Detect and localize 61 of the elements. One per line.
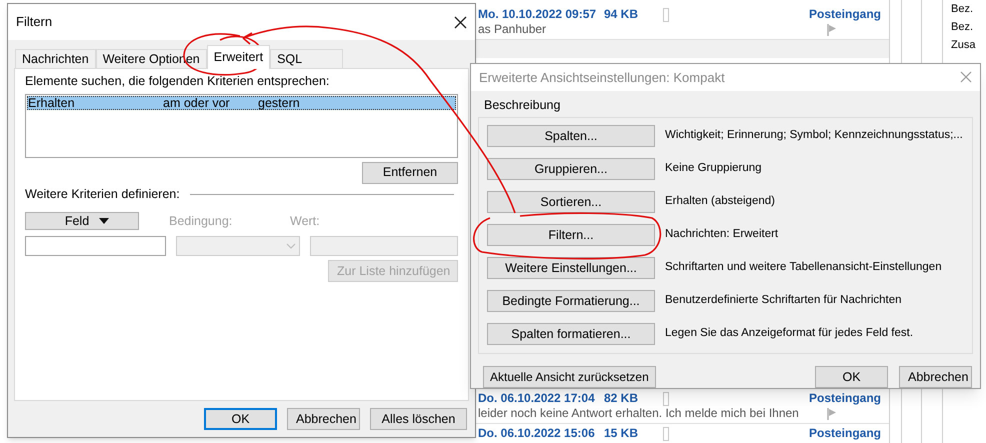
remove-button[interactable]: Entfernen (362, 162, 458, 184)
settings-button[interactable]: Gruppieren... (487, 158, 655, 180)
window-title: Filtern (16, 13, 52, 32)
settings-button[interactable]: Weitere Einstellungen... (487, 257, 655, 279)
attachment-icon (662, 8, 669, 22)
setting-description: Erhalten (absteigend) (665, 194, 775, 210)
dialog-button[interactable]: OK (815, 366, 888, 388)
dialog-button[interactable]: Abbrechen (899, 366, 972, 388)
value-label: Wert: (289, 212, 320, 230)
criteria-field: Erhalten (28, 96, 163, 109)
mail-folder: Posteingang (808, 391, 881, 406)
attachment-icon (662, 392, 669, 406)
mail-preview: leider noch keine Antwort erhalten. Ich melde mich bei Ihnen (478, 406, 799, 421)
section-label: Weitere Kriterien definieren: (25, 186, 180, 203)
mail-size: 15 KB (604, 426, 639, 441)
mail-size: 82 KB (604, 391, 639, 406)
mail-size: 94 KB (604, 7, 639, 22)
criteria-label: Elemente suchen, die folgenden Kriterien entsprechen: (25, 73, 330, 90)
dropdown-caret-icon (99, 218, 110, 224)
field-button[interactable]: Feld (25, 212, 139, 230)
mail-date: Do. 06.10.2022 15:06 (478, 426, 596, 441)
dialog-button[interactable]: OK (204, 408, 277, 430)
flag-icon[interactable] (827, 22, 837, 36)
criteria-row[interactable]: Erhalten am oder vor gestern (27, 96, 456, 110)
side-panel-text: Zusa (951, 39, 976, 52)
attachment-icon (662, 426, 669, 440)
flag-icon[interactable] (827, 406, 837, 420)
field-input[interactable] (25, 236, 166, 256)
criteria-condition: am oder vor (163, 96, 231, 109)
value-input[interactable] (310, 236, 458, 256)
mail-folder: Posteingang (808, 426, 881, 441)
setting-description: Wichtigkeit; Erinnerung; Symbol; Kennzeichnungsstatus;... (665, 128, 963, 144)
tab[interactable]: SQL (270, 49, 344, 69)
settings-button[interactable]: Filtern... (487, 224, 655, 246)
setting-description: Benutzerdefinierte Schriftarten für Nachrichten (665, 293, 902, 308)
close-icon[interactable] (454, 16, 467, 28)
mail-folder: Posteingang (808, 7, 881, 22)
side-panel-text: Bez. (951, 21, 974, 34)
group-label: Beschreibung (483, 98, 562, 111)
setting-description: Nachrichten: Erweitert (665, 227, 778, 242)
setting-description: Keine Gruppierung (665, 161, 762, 176)
side-panel-text: Bez. (951, 3, 974, 16)
criteria-value: gestern (258, 96, 300, 109)
reset-view-button[interactable]: Aktuelle Ansicht zurücksetzen (483, 366, 656, 388)
settings-button[interactable]: Spalten formatieren... (487, 323, 655, 345)
tab[interactable]: Erweitert (206, 45, 270, 69)
setting-description: Legen Sie das Anzeigeformat für jedes Feld fest. (665, 326, 914, 342)
dialog-button[interactable]: Abbrechen (287, 408, 360, 430)
window-title: Erweiterte Ansichtseinstellungen: Kompakt (479, 68, 725, 87)
mail-preview: as Panhuber (478, 22, 546, 37)
setting-description: Schriftarten und weitere Tabellenansicht-Einstellungen (665, 260, 942, 276)
settings-button[interactable]: Sortieren... (487, 191, 655, 213)
condition-label: Bedingung: (168, 212, 234, 230)
mail-date: Do. 06.10.2022 17:04 (478, 391, 596, 406)
settings-button[interactable]: Spalten... (487, 125, 655, 147)
chevron-down-icon (286, 243, 296, 250)
tab[interactable]: Nachrichten (15, 49, 96, 69)
mail-date: Mo. 10.10.2022 09:57 (478, 7, 598, 22)
condition-dropdown[interactable] (176, 236, 300, 256)
dialog-button[interactable]: Alles löschen (370, 408, 467, 430)
settings-button[interactable]: Bedingte Formatierung... (487, 290, 655, 312)
